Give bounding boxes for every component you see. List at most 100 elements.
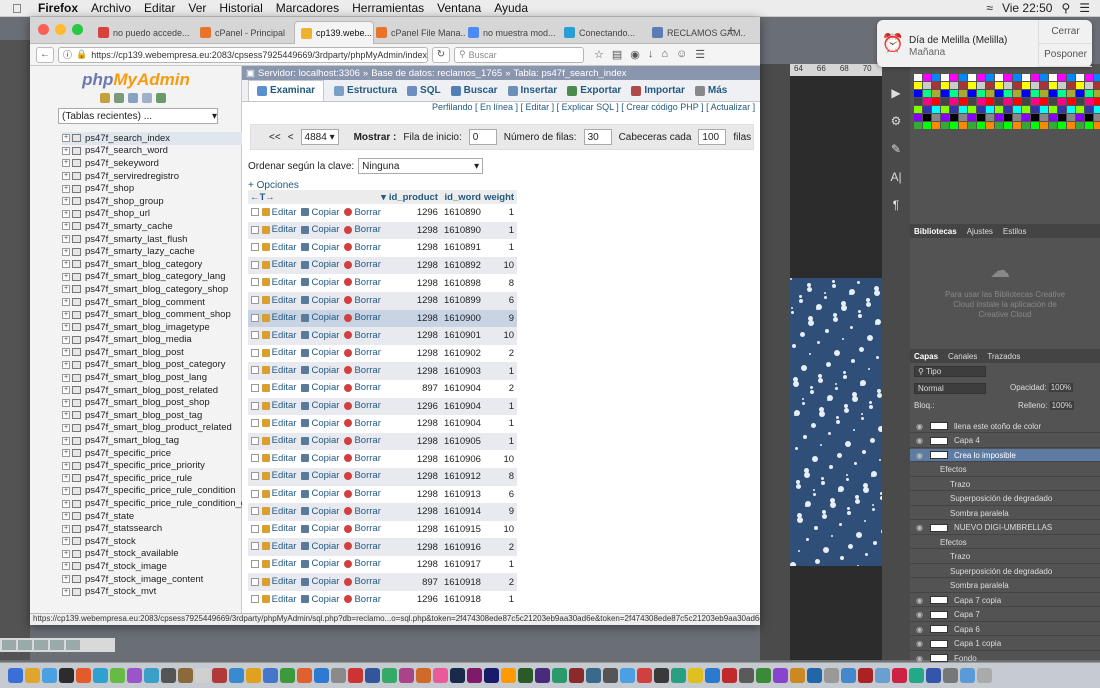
swatch[interactable] xyxy=(941,90,949,97)
expand-icon[interactable]: + xyxy=(62,512,70,521)
table-row[interactable]: Editar Copiar Borrar 1298 1610905 1 xyxy=(248,432,518,451)
cell-id-word[interactable]: 1610901 xyxy=(440,327,484,345)
tree-item[interactable]: + ps47f_search_index xyxy=(62,132,242,145)
emoji-icon[interactable]: ☺ xyxy=(676,48,687,61)
swatch[interactable] xyxy=(1049,82,1057,89)
cell-id-word[interactable]: 1610904 xyxy=(440,415,484,433)
row-checkbox[interactable] xyxy=(251,383,259,392)
menu-firefox[interactable]: Firefox xyxy=(38,1,78,15)
copy-link[interactable]: Copiar xyxy=(301,594,339,605)
text-icon[interactable]: A| xyxy=(890,170,901,184)
swatch[interactable] xyxy=(1040,98,1048,105)
swatch[interactable] xyxy=(1040,90,1048,97)
visibility-eye-icon[interactable]: ◉ xyxy=(916,596,924,605)
tree-item[interactable]: + ps47f_smart_blog_category_shop xyxy=(62,283,242,296)
edit-link[interactable]: Editar xyxy=(261,418,296,429)
dock-app-icon[interactable] xyxy=(144,668,159,683)
expand-icon[interactable]: + xyxy=(62,285,70,294)
swatch[interactable] xyxy=(1022,98,1030,105)
delete-link[interactable]: Borrar xyxy=(344,400,381,411)
dock-app-icon[interactable] xyxy=(280,668,295,683)
delete-link[interactable]: Borrar xyxy=(344,312,381,323)
edit-link[interactable]: Editar xyxy=(261,330,296,341)
expand-icon[interactable]: + xyxy=(62,411,70,420)
expand-icon[interactable]: + xyxy=(62,423,70,432)
fill-control[interactable]: Relleno: 100% xyxy=(1018,401,1075,410)
first-page-button[interactable]: << xyxy=(269,132,281,143)
sort-arrow-icon[interactable]: ▾ xyxy=(374,190,389,204)
swatch[interactable] xyxy=(1058,82,1066,89)
edit-link[interactable]: Editar xyxy=(261,207,296,218)
swatch[interactable] xyxy=(1085,98,1093,105)
browser-tab[interactable]: no puedo accede... xyxy=(92,21,198,44)
search-field[interactable]: ⚲ Buscar xyxy=(454,46,584,63)
cell-weight[interactable]: 1 xyxy=(483,221,518,240)
table-row[interactable]: Editar Copiar Borrar 1298 1610890 1 xyxy=(248,221,518,240)
tree-item[interactable]: + ps47f_smart_blog_post_lang xyxy=(62,371,242,384)
layer-row[interactable]: Superposición de degradado xyxy=(910,565,1100,578)
cell-weight[interactable]: 2 xyxy=(483,538,518,556)
swatch[interactable] xyxy=(1058,106,1066,113)
dock-app-icon[interactable] xyxy=(875,668,890,683)
cell-id-word[interactable]: 1610904 xyxy=(440,397,484,416)
swatch[interactable] xyxy=(977,122,985,129)
dock-app-icon[interactable] xyxy=(586,668,601,683)
table-row[interactable]: Editar Copiar Borrar 1298 1610900 9 xyxy=(248,309,518,328)
swatch[interactable] xyxy=(1004,114,1012,121)
cell-id-word[interactable]: 1610903 xyxy=(440,362,484,380)
swatch[interactable] xyxy=(1094,90,1100,97)
dock-app-icon[interactable] xyxy=(552,668,567,683)
expand-icon[interactable]: + xyxy=(62,360,70,369)
swatch[interactable] xyxy=(1076,90,1084,97)
dock-app-icon[interactable] xyxy=(909,668,924,683)
swatch[interactable] xyxy=(968,74,976,81)
menu-historial[interactable]: Historial xyxy=(219,1,262,15)
dock-app-icon[interactable] xyxy=(365,668,380,683)
rows-count-input[interactable]: 30 xyxy=(583,129,612,145)
swatch[interactable] xyxy=(941,106,949,113)
dock-app-icon[interactable] xyxy=(467,668,482,683)
console-icon[interactable] xyxy=(2,640,16,650)
expand-icon[interactable]: + xyxy=(62,499,70,508)
edit-link[interactable]: Editar xyxy=(261,470,296,481)
edit-link[interactable]: Editar xyxy=(261,506,296,517)
swatch[interactable] xyxy=(1085,114,1093,121)
prev-page-button[interactable]: < xyxy=(288,132,294,143)
cell-id-product[interactable]: 1296 xyxy=(388,591,441,609)
swatch[interactable] xyxy=(1022,106,1030,113)
visibility-eye-icon[interactable]: ◉ xyxy=(916,639,924,648)
delete-link[interactable]: Borrar xyxy=(344,330,381,341)
expand-icon[interactable]: + xyxy=(62,310,70,319)
delete-link[interactable]: Borrar xyxy=(344,541,381,552)
expand-icon[interactable]: + xyxy=(62,172,70,181)
swatch[interactable] xyxy=(1085,90,1093,97)
swatch[interactable] xyxy=(950,98,958,105)
swatch[interactable] xyxy=(932,98,940,105)
hamburger-menu-icon[interactable]: ☰ xyxy=(695,48,705,61)
swatch[interactable] xyxy=(986,122,994,129)
copy-link[interactable]: Copiar xyxy=(301,259,339,270)
browser-tab[interactable]: cPanel File Mana... xyxy=(370,21,466,44)
tree-item[interactable]: + ps47f_smart_blog_post xyxy=(62,346,242,359)
expand-icon[interactable]: + xyxy=(62,436,70,445)
dock-app-icon[interactable] xyxy=(195,668,210,683)
copy-link[interactable]: Copiar xyxy=(301,488,339,499)
layer-row[interactable]: ◉ llena este otoño de color xyxy=(910,420,1100,433)
tree-item[interactable]: + ps47f_specific_price_rule_condition_gro xyxy=(62,497,242,510)
dock-app-icon[interactable] xyxy=(127,668,142,683)
dock-app-icon[interactable] xyxy=(518,668,533,683)
edit-link[interactable]: Editar xyxy=(261,312,296,323)
copy-link[interactable]: Copiar xyxy=(301,207,339,218)
query-window-icon[interactable] xyxy=(128,93,138,103)
cell-id-word[interactable]: 1610891 xyxy=(440,239,484,257)
play-icon[interactable]: ▶ xyxy=(891,86,900,100)
row-checkbox[interactable] xyxy=(251,348,259,357)
row-checkbox[interactable] xyxy=(251,208,259,217)
swatch[interactable] xyxy=(1022,122,1030,129)
expand-icon[interactable]: + xyxy=(62,486,70,495)
row-checkbox[interactable] xyxy=(251,471,259,480)
swatch[interactable] xyxy=(914,74,922,81)
swatch[interactable] xyxy=(1013,106,1021,113)
cell-id-product[interactable]: 1298 xyxy=(388,274,441,292)
expand-icon[interactable]: + xyxy=(62,298,70,307)
